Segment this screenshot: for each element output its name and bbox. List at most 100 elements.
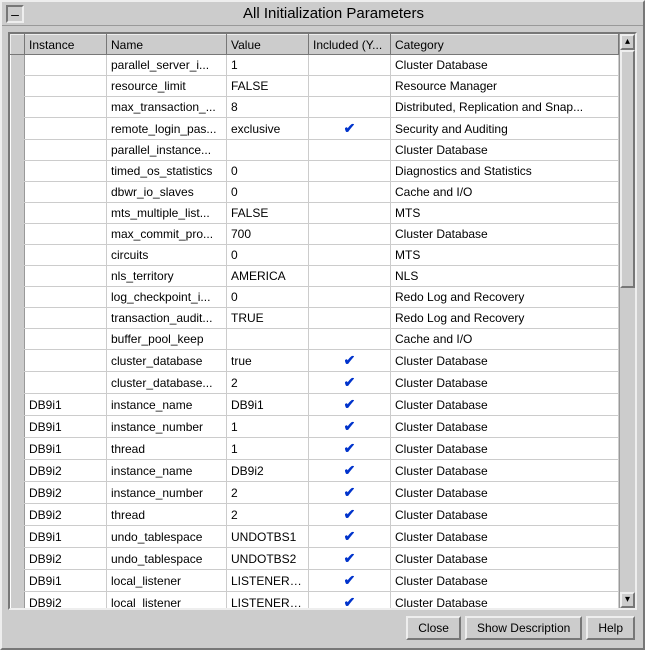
cell-value[interactable]: 2 xyxy=(227,504,309,526)
cell-included[interactable] xyxy=(309,55,391,76)
cell-category[interactable]: MTS xyxy=(391,203,619,224)
table-row[interactable]: mts_multiple_list...FALSEMTS xyxy=(11,203,619,224)
sysmenu-button[interactable]: – xyxy=(6,5,24,23)
table-row[interactable]: parallel_instance...Cluster Database xyxy=(11,140,619,161)
cell-value[interactable]: exclusive xyxy=(227,118,309,140)
cell-instance[interactable] xyxy=(25,161,107,182)
cell-instance[interactable] xyxy=(25,55,107,76)
cell-value[interactable]: true xyxy=(227,350,309,372)
cell-category[interactable]: Resource Manager xyxy=(391,76,619,97)
cell-included[interactable] xyxy=(309,266,391,287)
cell-included[interactable]: ✔ xyxy=(309,372,391,394)
table-row[interactable]: parallel_server_i...1Cluster Database xyxy=(11,55,619,76)
cell-name[interactable]: instance_name xyxy=(107,460,227,482)
cell-value[interactable]: 2 xyxy=(227,372,309,394)
cell-included[interactable] xyxy=(309,224,391,245)
table-row[interactable]: resource_limitFALSEResource Manager xyxy=(11,76,619,97)
row-selector-cell[interactable] xyxy=(11,350,25,372)
cell-value[interactable]: DB9i2 xyxy=(227,460,309,482)
cell-included[interactable]: ✔ xyxy=(309,118,391,140)
cell-value[interactable]: FALSE xyxy=(227,76,309,97)
cell-name[interactable]: local_listener xyxy=(107,570,227,592)
row-selector-cell[interactable] xyxy=(11,245,25,266)
table-row[interactable]: nls_territoryAMERICANLS xyxy=(11,266,619,287)
row-selector-cell[interactable] xyxy=(11,416,25,438)
cell-name[interactable]: undo_tablespace xyxy=(107,548,227,570)
row-selector-cell[interactable] xyxy=(11,203,25,224)
cell-included[interactable]: ✔ xyxy=(309,482,391,504)
cell-included[interactable] xyxy=(309,182,391,203)
cell-name[interactable]: cluster_database... xyxy=(107,372,227,394)
cell-category[interactable]: Cluster Database xyxy=(391,460,619,482)
table-row[interactable]: DB9i2undo_tablespaceUNDOTBS2✔Cluster Dat… xyxy=(11,548,619,570)
cell-category[interactable]: Cluster Database xyxy=(391,570,619,592)
table-row[interactable]: cluster_databasetrue✔Cluster Database xyxy=(11,350,619,372)
cell-value[interactable]: 8 xyxy=(227,97,309,118)
table-row[interactable]: DB9i2local_listenerLISTENER_...✔Cluster … xyxy=(11,592,619,609)
cell-name[interactable]: log_checkpoint_i... xyxy=(107,287,227,308)
row-selector-cell[interactable] xyxy=(11,308,25,329)
cell-category[interactable]: Cluster Database xyxy=(391,372,619,394)
row-selector-cell[interactable] xyxy=(11,97,25,118)
cell-instance[interactable] xyxy=(25,308,107,329)
cell-name[interactable]: local_listener xyxy=(107,592,227,609)
cell-instance[interactable] xyxy=(25,140,107,161)
cell-category[interactable]: Redo Log and Recovery xyxy=(391,308,619,329)
col-header-pad[interactable] xyxy=(11,35,25,55)
cell-included[interactable]: ✔ xyxy=(309,416,391,438)
row-selector-cell[interactable] xyxy=(11,504,25,526)
table-row[interactable]: remote_login_pas...exclusive✔Security an… xyxy=(11,118,619,140)
cell-name[interactable]: dbwr_io_slaves xyxy=(107,182,227,203)
cell-instance[interactable] xyxy=(25,118,107,140)
cell-instance[interactable]: DB9i1 xyxy=(25,570,107,592)
cell-included[interactable] xyxy=(309,308,391,329)
table-row[interactable]: DB9i1thread1✔Cluster Database xyxy=(11,438,619,460)
cell-name[interactable]: circuits xyxy=(107,245,227,266)
cell-included[interactable]: ✔ xyxy=(309,438,391,460)
table-row[interactable]: DB9i2instance_number2✔Cluster Database xyxy=(11,482,619,504)
cell-category[interactable]: Distributed, Replication and Snap... xyxy=(391,97,619,118)
table-row[interactable]: DB9i2thread2✔Cluster Database xyxy=(11,504,619,526)
cell-instance[interactable]: DB9i1 xyxy=(25,438,107,460)
cell-instance[interactable]: DB9i1 xyxy=(25,394,107,416)
cell-value[interactable]: UNDOTBS2 xyxy=(227,548,309,570)
cell-category[interactable]: Cluster Database xyxy=(391,55,619,76)
cell-name[interactable]: max_commit_pro... xyxy=(107,224,227,245)
cell-name[interactable]: nls_territory xyxy=(107,266,227,287)
cell-included[interactable] xyxy=(309,287,391,308)
row-selector-cell[interactable] xyxy=(11,570,25,592)
cell-instance[interactable] xyxy=(25,350,107,372)
cell-category[interactable]: Cluster Database xyxy=(391,504,619,526)
cell-category[interactable]: Diagnostics and Statistics xyxy=(391,161,619,182)
scroll-track[interactable] xyxy=(620,50,635,592)
cell-instance[interactable]: DB9i2 xyxy=(25,482,107,504)
cell-name[interactable]: max_transaction_... xyxy=(107,97,227,118)
cell-category[interactable]: NLS xyxy=(391,266,619,287)
cell-value[interactable]: 0 xyxy=(227,182,309,203)
cell-name[interactable]: thread xyxy=(107,438,227,460)
cell-included[interactable]: ✔ xyxy=(309,526,391,548)
cell-value[interactable]: 0 xyxy=(227,287,309,308)
cell-category[interactable]: Cluster Database xyxy=(391,350,619,372)
cell-included[interactable] xyxy=(309,97,391,118)
cell-value[interactable]: 0 xyxy=(227,245,309,266)
cell-name[interactable]: cluster_database xyxy=(107,350,227,372)
table-row[interactable]: DB9i1instance_number1✔Cluster Database xyxy=(11,416,619,438)
row-selector-cell[interactable] xyxy=(11,548,25,570)
cell-included[interactable] xyxy=(309,203,391,224)
table-row[interactable]: max_transaction_...8 Distributed, Replica… xyxy=(11,97,619,118)
cell-value[interactable]: UNDOTBS1 xyxy=(227,526,309,548)
table-row[interactable]: transaction_audit...TRUERedo Log and Rec… xyxy=(11,308,619,329)
col-header-value[interactable]: Value xyxy=(227,35,309,55)
cell-category[interactable]: Cache and I/O xyxy=(391,329,619,350)
cell-instance[interactable]: DB9i2 xyxy=(25,504,107,526)
cell-value[interactable]: 1 xyxy=(227,55,309,76)
cell-category[interactable]: Security and Auditing xyxy=(391,118,619,140)
cell-name[interactable]: remote_login_pas... xyxy=(107,118,227,140)
cell-name[interactable]: thread xyxy=(107,504,227,526)
cell-category[interactable]: Cluster Database xyxy=(391,416,619,438)
row-selector-cell[interactable] xyxy=(11,55,25,76)
cell-instance[interactable] xyxy=(25,329,107,350)
cell-value[interactable]: FALSE xyxy=(227,203,309,224)
cell-instance[interactable] xyxy=(25,266,107,287)
